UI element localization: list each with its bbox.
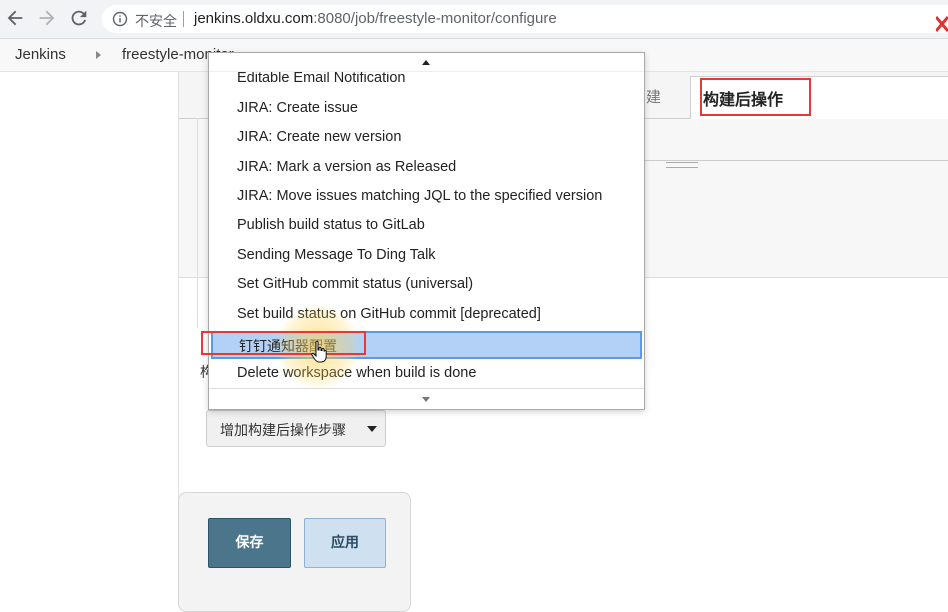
section-inner-border <box>197 118 198 328</box>
menu-item[interactable]: JIRA: Create new version <box>209 123 644 151</box>
url-text[interactable]: jenkins.oldxu.com:8080/job/freestyle-mon… <box>194 10 557 27</box>
menu-scroll-up[interactable] <box>209 53 644 72</box>
address-separator <box>183 11 184 27</box>
menu-item[interactable]: Publish build status to GitLab <box>209 211 644 239</box>
security-label: 不安全 <box>135 14 177 30</box>
menu-item[interactable]: Sending Message To Ding Talk <box>209 241 644 269</box>
url-path: :8080/job/freestyle-monitor/configure <box>313 10 557 27</box>
menu-item[interactable]: Editable Email Notification <box>209 72 644 88</box>
menu-item[interactable]: Delete workspace when build is done <box>209 359 644 387</box>
menu-item[interactable]: Set GitHub commit status (universal) <box>209 270 644 298</box>
menu-item[interactable]: JIRA: Mark a version as Released <box>209 153 644 181</box>
apply-button[interactable]: 应用 <box>304 518 386 568</box>
save-button[interactable]: 保存 <box>208 518 291 568</box>
reload-icon[interactable] <box>68 7 90 29</box>
hand-cursor-icon <box>311 340 327 363</box>
browser-toolbar: 不安全 jenkins.oldxu.com:8080/job/freestyle… <box>0 0 948 39</box>
breadcrumb-jenkins[interactable]: Jenkins <box>15 46 66 63</box>
menu-item[interactable]: Set build status on GitHub commit [depre… <box>209 300 644 328</box>
address-bar[interactable]: 不安全 jenkins.oldxu.com:8080/job/freestyle… <box>102 5 948 33</box>
url-host: jenkins.oldxu.com <box>194 10 314 27</box>
annotation-box-item <box>201 331 366 355</box>
panel-divider <box>645 160 948 161</box>
info-icon[interactable] <box>112 11 128 27</box>
forward-icon[interactable] <box>36 7 58 29</box>
scroll-up-arrow-icon <box>422 60 430 65</box>
scroll-down-arrow-icon <box>422 397 430 402</box>
jenkins-logo-fragment-icon <box>936 16 948 32</box>
post-build-action-menu[interactable]: Editable Email Notification JIRA: Create… <box>208 52 645 410</box>
add-post-build-step-button[interactable]: 增加构建后操作步骤 <box>206 410 386 447</box>
breadcrumb-arrow-icon <box>96 51 101 59</box>
add-post-build-step-label: 增加构建后操作步骤 <box>220 423 346 439</box>
menu-item[interactable]: JIRA: Move issues matching JQL to the sp… <box>209 182 644 210</box>
back-icon[interactable] <box>4 7 26 29</box>
menu-item[interactable]: JIRA: Create issue <box>209 94 644 122</box>
tab-build[interactable]: 建 <box>646 86 661 107</box>
caret-down-icon <box>367 426 377 432</box>
annotation-box-tab <box>700 78 811 116</box>
resize-handle[interactable] <box>666 162 698 168</box>
menu-scroll-down[interactable] <box>209 388 644 409</box>
